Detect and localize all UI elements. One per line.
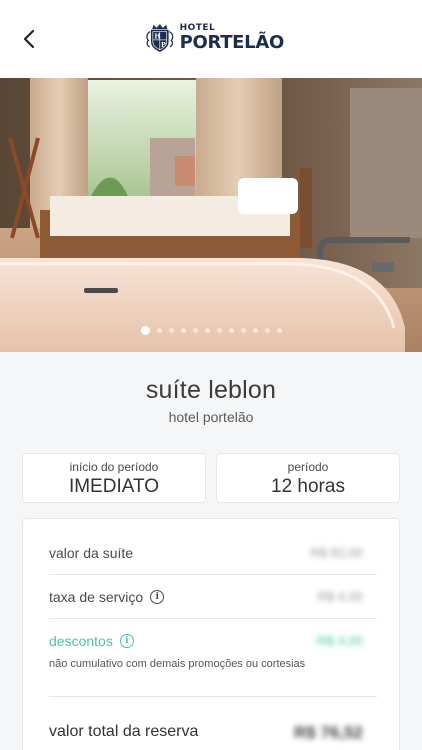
suite-photo-gallery[interactable]	[0, 78, 422, 352]
service-fee-row: taxa de serviço i R$ 4,00	[49, 589, 377, 607]
total-row: valor total da reserva R$ 76,52	[49, 723, 377, 742]
app-header: H P HOTEL PORTELÃO	[0, 0, 422, 78]
gallery-dot[interactable]	[228, 328, 234, 333]
gallery-dot[interactable]	[192, 328, 198, 333]
gallery-dot[interactable]	[240, 328, 246, 333]
gallery-dot[interactable]	[204, 328, 210, 333]
info-icon[interactable]: i	[119, 634, 134, 648]
period-card: período 12 horas	[216, 453, 400, 503]
svg-text:H: H	[154, 34, 160, 41]
logo-big-text: PORTELÃO	[179, 32, 285, 53]
svg-text:P: P	[161, 42, 166, 49]
gallery-pagination	[0, 326, 422, 335]
discount-row: descontos i -R$ 4,00	[49, 633, 377, 651]
service-fee-label: taxa de serviço	[49, 589, 144, 605]
gallery-dot[interactable]	[216, 328, 222, 333]
gallery-dot[interactable]	[180, 328, 186, 333]
divider	[49, 574, 377, 575]
start-period-card: início do período IMEDIATO	[22, 453, 206, 503]
total-value: R$ 76,52	[294, 723, 363, 742]
start-period-label: início do período	[69, 460, 159, 474]
hotel-logo: H P HOTEL PORTELÃO	[144, 14, 284, 62]
divider	[49, 696, 377, 697]
total-label: valor total da reserva	[49, 723, 199, 740]
discount-note: não cumulativo com demais promoções ou c…	[49, 658, 306, 670]
gallery-dot[interactable]	[264, 328, 270, 333]
info-icon[interactable]: i	[150, 590, 165, 604]
period-value: 12 horas	[271, 476, 345, 497]
gallery-dot[interactable]	[252, 328, 258, 333]
suite-name: suíte leblon	[145, 376, 277, 404]
back-button[interactable]	[14, 24, 44, 54]
service-fee-value: R$ 4,00	[317, 589, 363, 604]
suite-price-label: valor da suíte	[49, 545, 134, 561]
period-label: período	[287, 460, 329, 474]
chevron-left-icon	[23, 29, 35, 49]
hotel-name: hotel portelão	[168, 409, 254, 425]
discount-label: descontos	[49, 633, 113, 649]
divider	[49, 618, 377, 619]
gallery-dot[interactable]	[140, 326, 150, 335]
suite-price-value: R$ 82,00	[310, 545, 363, 560]
gallery-dot[interactable]	[156, 328, 162, 333]
suite-photo	[0, 78, 422, 352]
start-period-value: IMEDIATO	[68, 476, 160, 497]
suite-price-row: valor da suíte R$ 82,00	[49, 545, 377, 563]
price-summary: valor da suíte R$ 82,00 taxa de serviço …	[22, 518, 400, 750]
discount-value: -R$ 4,00	[313, 633, 363, 648]
gallery-dot[interactable]	[276, 328, 282, 333]
gallery-dot[interactable]	[168, 328, 174, 333]
crest-icon: H P	[146, 24, 174, 52]
